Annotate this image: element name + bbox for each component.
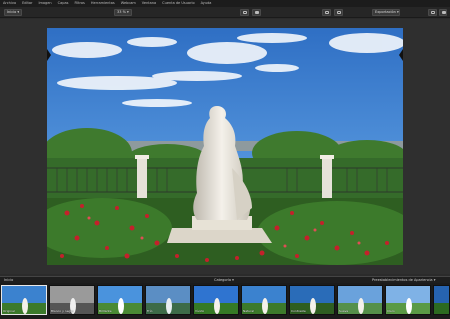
thumbnail-caption: Vívido	[195, 309, 205, 313]
export-dropdown[interactable]: Exportación ▾	[372, 9, 400, 16]
panel-toggle-button[interactable]	[428, 9, 437, 16]
thumbnail[interactable]: Original	[1, 285, 47, 315]
zoom-dropdown[interactable]: 33 % ▾	[114, 9, 132, 16]
thumbnail[interactable]: Natural	[241, 285, 287, 315]
thumbnail-caption: Original	[3, 309, 15, 313]
view-icon	[255, 11, 259, 14]
left-panel-handle[interactable]	[47, 49, 51, 61]
thumbnail-caption: Blanco y negro	[51, 309, 74, 313]
menu-archivo[interactable]: Archivo	[3, 0, 16, 7]
view-button[interactable]	[252, 9, 261, 16]
thumbnail-caption: Suave	[339, 309, 349, 313]
redo-button[interactable]	[334, 9, 343, 16]
thumbnail[interactable]: Blanco y negro	[49, 285, 95, 315]
layout-button[interactable]	[439, 9, 447, 16]
thumbnail[interactable]	[433, 285, 450, 315]
thumbnail[interactable]: Vívido	[193, 285, 239, 315]
thumbnail[interactable]: Suave	[337, 285, 383, 315]
canvas-area	[0, 19, 450, 274]
compare-button[interactable]	[240, 9, 249, 16]
thumbnail-caption: Frío	[147, 309, 153, 313]
undo-icon	[325, 11, 329, 14]
thumbnail[interactable]: Contraste	[289, 285, 335, 315]
main-photo[interactable]	[47, 28, 403, 265]
thumbnail-caption: Contraste	[291, 309, 306, 313]
menu-bar: Archivo Editar Imagen Capas Filtros Herr…	[0, 0, 450, 7]
preset-dropdown[interactable]: Inicio ▾	[4, 9, 22, 16]
right-panel-handle[interactable]	[399, 49, 403, 61]
menu-filtros[interactable]: Filtros	[74, 0, 84, 7]
menu-webcam[interactable]: Webcam	[121, 0, 136, 7]
thumbnail[interactable]: Brillante	[97, 285, 143, 315]
thumbnail-caption: Natural	[243, 309, 255, 313]
compare-icon	[243, 11, 247, 14]
thumbnail[interactable]: Claro	[385, 285, 431, 315]
filmstrip-header: Inicio Categoría ▾ Preestablecimientos d…	[0, 276, 450, 283]
menu-ventana[interactable]: Ventana	[142, 0, 156, 7]
thumbnail-caption: Claro	[387, 309, 395, 313]
thumbnail-caption: Brillante	[99, 309, 112, 313]
statue-garden-photo	[47, 28, 403, 265]
thumbnail[interactable]: Frío	[145, 285, 191, 315]
menu-capas[interactable]: Capas	[58, 0, 69, 7]
thumbnail-image	[434, 286, 449, 314]
undo-button[interactable]	[322, 9, 331, 16]
filmstrip: Original Blanco y negro Brillante Frío V…	[0, 283, 450, 319]
menu-editar[interactable]: Editar	[22, 0, 32, 7]
panel-icon	[431, 11, 435, 14]
menu-ayuda[interactable]: Ayuda	[201, 0, 212, 7]
filmstrip-title: Inicio	[4, 278, 14, 282]
menu-herramientas[interactable]: Herramientas	[91, 0, 115, 7]
thumbnail-image	[146, 286, 190, 314]
menu-imagen[interactable]: Imagen	[38, 0, 51, 7]
layout-icon	[442, 11, 446, 14]
menu-cuenta[interactable]: Cuenta de Usuario	[162, 0, 194, 7]
presets-dropdown[interactable]: Preestablecimientos de Apariencia ▾	[372, 278, 435, 282]
category-dropdown[interactable]: Categoría ▾	[214, 278, 234, 282]
toolbar: Inicio ▾ 33 % ▾ Exportación ▾	[0, 7, 450, 18]
redo-icon	[337, 11, 341, 14]
